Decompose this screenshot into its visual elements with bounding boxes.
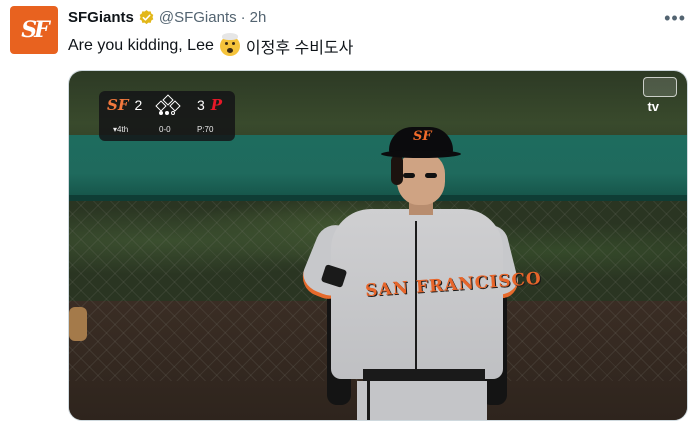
tweet-text-part2: 이정후 수비도사 xyxy=(245,40,354,57)
player: SAN FRANCISCO SF xyxy=(296,125,542,420)
scorebug: SF 2 3 P ▾4th 0-0 P:70 xyxy=(99,91,235,141)
verified-badge-icon xyxy=(139,10,154,25)
display-name[interactable]: SFGiants xyxy=(68,9,134,26)
apple-tv-logo: tv xyxy=(647,99,659,114)
bases-diagram-icon xyxy=(155,94,181,112)
tweet-media-video[interactable]: SF 2 3 P ▾4th 0-0 P:70 tv SAN FRANCISCO xyxy=(68,70,688,421)
exploding-head-emoji-icon xyxy=(219,33,240,56)
home-score: 3 xyxy=(197,97,205,113)
handle[interactable]: @SFGiants xyxy=(159,9,237,26)
more-options-icon[interactable]: ••• xyxy=(664,8,686,29)
tweet-text: Are you kidding, Lee 이정후 수비도사 xyxy=(68,33,354,58)
count: 0-0 xyxy=(159,125,171,134)
mlb-logo-icon xyxy=(643,77,677,97)
tweet-header: SFGiants @SFGiants · 2h xyxy=(68,9,266,26)
cap-logo-icon: SF xyxy=(413,129,432,144)
eye-black-right xyxy=(425,173,437,178)
timestamp[interactable]: 2h xyxy=(250,9,267,26)
away-team: SF 2 xyxy=(107,96,142,114)
tweet-text-part1: Are you kidding, Lee xyxy=(68,37,214,54)
pants-stripe xyxy=(367,381,370,420)
phi-team-logo-icon: P xyxy=(210,96,223,114)
pants xyxy=(357,381,487,420)
away-score: 2 xyxy=(134,97,143,113)
separator: · xyxy=(240,9,246,26)
sf-team-logo-icon: SF xyxy=(107,96,129,114)
cap-brim xyxy=(381,150,461,158)
glove xyxy=(69,307,87,341)
eye-black-left xyxy=(403,173,415,178)
jersey-placket xyxy=(415,221,417,381)
avatar[interactable]: SF xyxy=(10,6,58,54)
sf-logo: SF xyxy=(21,17,49,43)
belt xyxy=(363,369,485,381)
inning: ▾4th xyxy=(113,125,129,134)
apple-tv-label: tv xyxy=(647,99,659,114)
pitch-count: P:70 xyxy=(197,125,214,134)
face xyxy=(397,153,445,205)
outs-indicator-icon xyxy=(159,111,175,115)
home-team: 3 P xyxy=(197,96,222,114)
hair xyxy=(391,155,403,185)
